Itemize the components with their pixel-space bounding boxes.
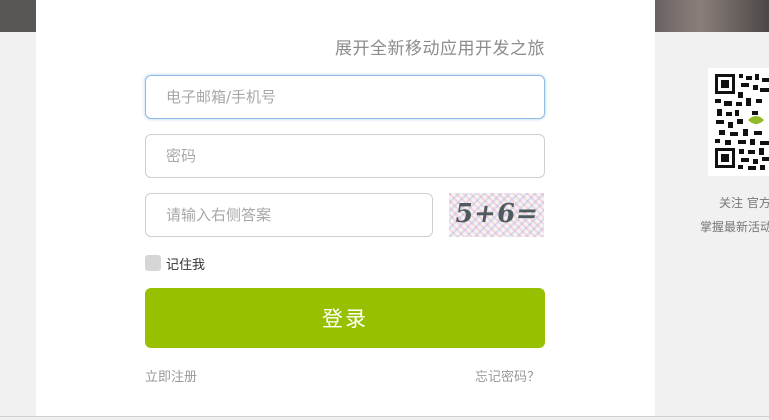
captcha-input[interactable] <box>145 193 433 237</box>
header-banner-left <box>0 0 36 32</box>
follow-line-2: 掌握最新活动 <box>700 220 769 234</box>
footer-divider <box>0 416 769 417</box>
remember-me-label: 记住我 <box>166 257 206 273</box>
follow-line-1: 关注 官方 <box>719 196 769 210</box>
qr-code-image <box>708 68 769 176</box>
login-slogan: 展开全新移动应用开发之旅 <box>335 39 545 59</box>
remember-me-checkbox[interactable] <box>145 255 161 271</box>
login-button[interactable]: 登录 <box>145 288 545 348</box>
email-field[interactable] <box>145 75 545 119</box>
forgot-password-link[interactable]: 忘记密码？ <box>475 366 540 385</box>
follow-official-text: 关注 官方 掌握最新活动 <box>700 191 769 239</box>
captcha-text: 5+6= <box>452 199 541 229</box>
register-link[interactable]: 立即注册 <box>145 366 197 385</box>
header-banner-right <box>655 0 769 32</box>
remember-me[interactable]: 记住我 <box>145 254 206 273</box>
captcha-image[interactable]: 5+6= <box>449 193 544 237</box>
password-field[interactable] <box>145 134 545 178</box>
